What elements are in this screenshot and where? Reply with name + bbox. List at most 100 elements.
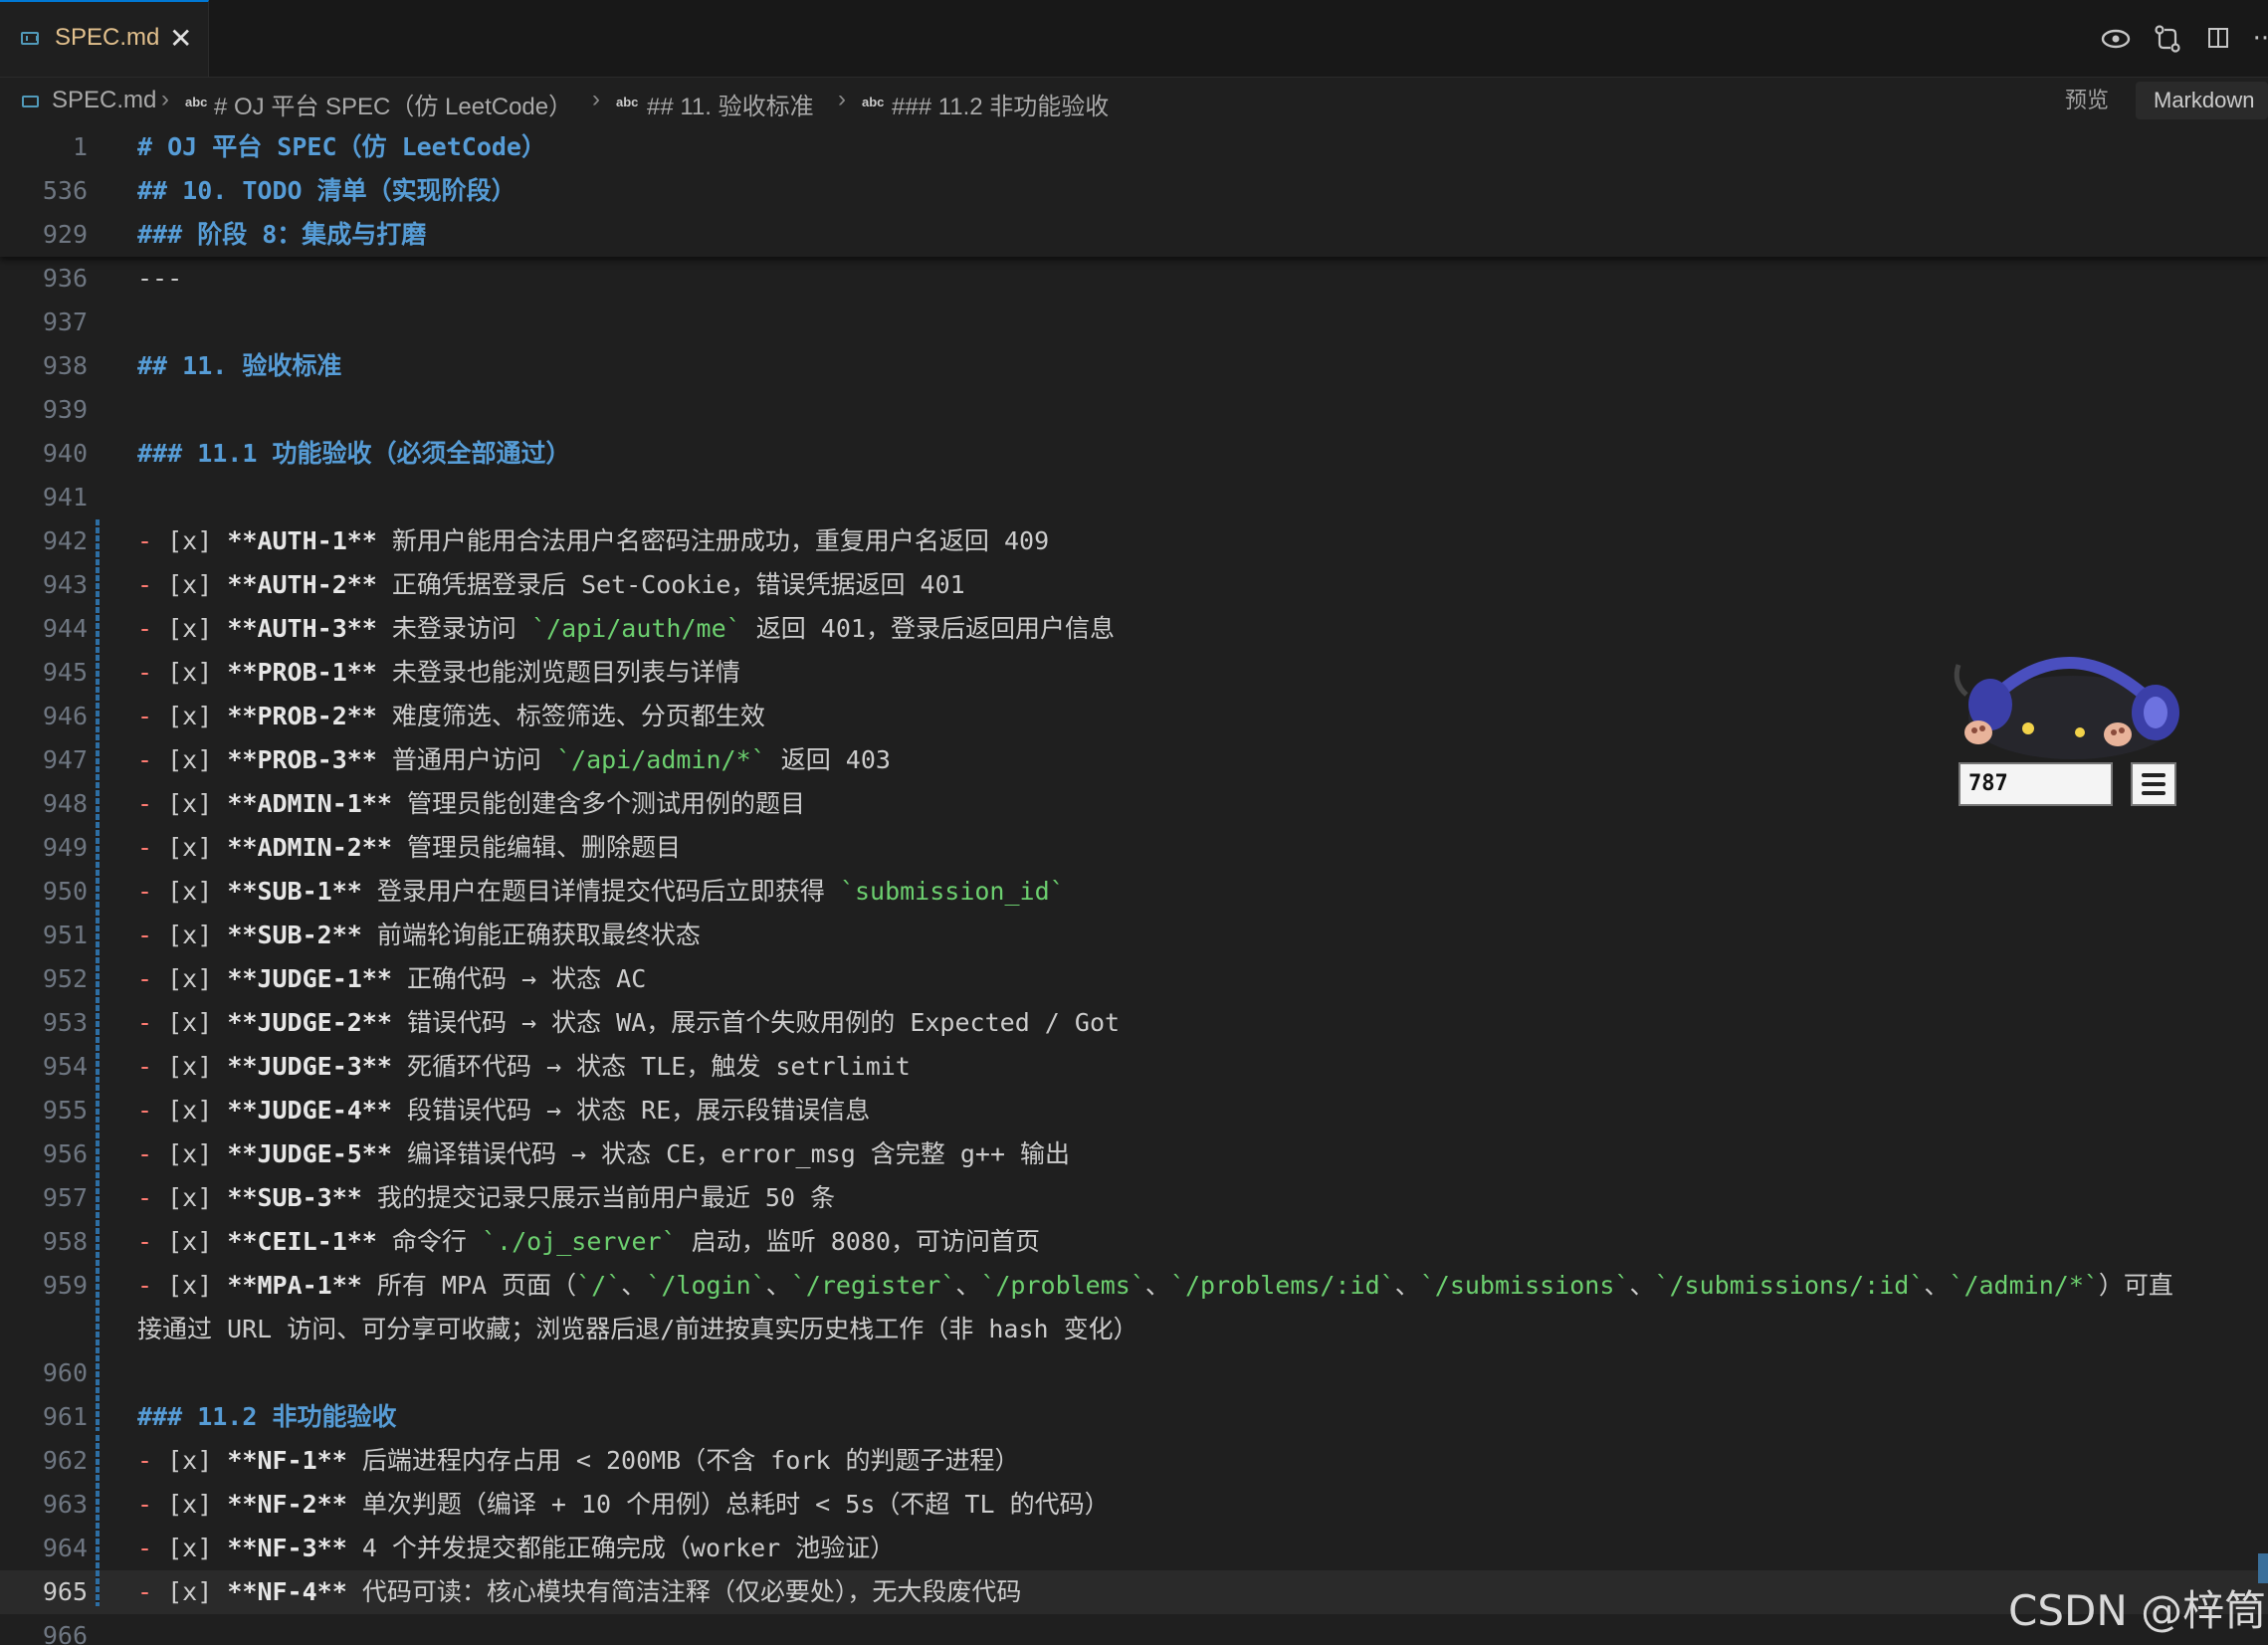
- task-item: - [x] **AUTH-3** 未登录访问 `/api/auth/me` 返回…: [137, 607, 1115, 651]
- task-text: 管理员能编辑、删除题目: [391, 833, 681, 862]
- code-line[interactable]: 946 - [x] **PROB-2** 难度筛选、标签筛选、分页都生效: [0, 695, 2268, 738]
- markdown-file-icon: [21, 32, 39, 45]
- inline-code: `/submissions`: [1419, 1271, 1630, 1300]
- code-line[interactable]: 964 - [x] **NF-3** 4 个并发提交都能正确完成（worker 池…: [0, 1527, 2268, 1570]
- language-mode-button[interactable]: Markdown: [2136, 82, 2268, 119]
- counter-field[interactable]: 787: [1959, 762, 2113, 806]
- chevron-right-icon: ›: [838, 86, 846, 112]
- code-line[interactable]: 941: [0, 476, 2268, 519]
- breadcrumb-item-h2[interactable]: ## 11. 验收标准: [647, 87, 814, 121]
- line-number: 960: [42, 1358, 88, 1387]
- line-number: 942: [42, 526, 88, 555]
- code-line[interactable]: 948 - [x] **ADMIN-1** 管理员能创建含多个测试用例的题目: [0, 782, 2268, 826]
- split-editor-icon[interactable]: [2202, 22, 2236, 56]
- task-text: 返回 401，登录后返回用户信息: [740, 614, 1115, 643]
- abc-icon: abc: [862, 95, 885, 109]
- code-line[interactable]: 963 - [x] **NF-2** 单次判题（编译 + 10 个用例）总耗时 <…: [0, 1483, 2268, 1527]
- list-bullet: -: [137, 1052, 153, 1081]
- task-text: 单次判题（编译 + 10 个用例）总耗时 < 5s（不超 TL 的代码）: [346, 1490, 1110, 1519]
- breadcrumb-item-h3[interactable]: ### 11.2 非功能验收: [892, 87, 1109, 121]
- eye-icon[interactable]: [2099, 22, 2133, 56]
- chevron-right-icon: ›: [592, 86, 600, 112]
- line-number: 958: [42, 1227, 88, 1256]
- code-line[interactable]: 955 - [x] **JUDGE-4** 段错误代码 → 状态 RE，展示段错误…: [0, 1089, 2268, 1132]
- code-line[interactable]: 接通过 URL 访问、可分享可收藏；浏览器后退/前进按真实历史栈工作（非 has…: [0, 1308, 2268, 1351]
- code-line[interactable]: 962 - [x] **NF-1** 后端进程内存占用 < 200MB（不含 fo…: [0, 1439, 2268, 1483]
- line-number: 939: [42, 395, 88, 424]
- code-line[interactable]: 940 ### 11.1 功能验收（必须全部通过）: [0, 432, 2268, 476]
- code-line[interactable]: 958 - [x] **CEIL-1** 命令行 `./oj_server` 启动…: [0, 1220, 2268, 1264]
- abc-icon: abc: [616, 95, 639, 109]
- code-line[interactable]: 944 - [x] **AUTH-3** 未登录访问 `/api/auth/me`…: [0, 607, 2268, 651]
- code-line[interactable]: 957 - [x] **SUB-3** 我的提交记录只展示当前用户最近 50 条: [0, 1176, 2268, 1220]
- task-text: 死循环代码 → 状态 TLE，触发 setrlimit: [391, 1052, 911, 1081]
- list-bullet: -: [137, 1227, 153, 1256]
- task-text: 普通用户访问: [376, 745, 556, 774]
- line-number: 953: [42, 1008, 88, 1037]
- code-line[interactable]: 959- [x] **MPA-1** 所有 MPA 页面（`/`、`/login…: [0, 1264, 2268, 1308]
- task-item: - [x] **AUTH-2** 正确凭据登录后 Set-Cookie，错误凭据…: [137, 563, 965, 607]
- cat-widget[interactable]: 787: [1949, 643, 2202, 812]
- code-line[interactable]: 954 - [x] **JUDGE-3** 死循环代码 → 状态 TLE，触发 s…: [0, 1045, 2268, 1089]
- task-text: 、: [621, 1271, 647, 1300]
- code-line[interactable]: 949 - [x] **ADMIN-2** 管理员能编辑、删除题目: [0, 826, 2268, 870]
- heading-text: ## 10. TODO 清单（实现阶段）: [137, 176, 516, 205]
- line-number: 954: [42, 1052, 88, 1081]
- line-number: 963: [42, 1490, 88, 1519]
- code-line[interactable]: 960: [0, 1351, 2268, 1395]
- code-line[interactable]: 950 - [x] **SUB-1** 登录用户在题目详情提交代码后立即获得 `s…: [0, 870, 2268, 914]
- task-item: - [x] **PROB-2** 难度筛选、标签筛选、分页都生效: [137, 695, 765, 738]
- code-line[interactable]: 952 - [x] **JUDGE-1** 正确代码 → 状态 AC: [0, 957, 2268, 1001]
- requirement-id: **ADMIN-2**: [227, 833, 392, 862]
- list-bullet: -: [137, 1577, 153, 1606]
- code-line[interactable]: 956 - [x] **JUDGE-5** 编译错误代码 → 状态 CE，erro…: [0, 1132, 2268, 1176]
- menu-icon[interactable]: [2131, 762, 2176, 806]
- close-icon[interactable]: ✕: [169, 22, 192, 55]
- line-number: 962: [42, 1446, 88, 1475]
- line-number: 964: [42, 1534, 88, 1562]
- task-item: - [x] **PROB-3** 普通用户访问 `/api/admin/*` 返…: [137, 738, 891, 782]
- sticky-line[interactable]: 929 ### 阶段 8：集成与打磨: [0, 213, 2268, 257]
- breadcrumb-item-h1[interactable]: # OJ 平台 SPEC（仿 LeetCode）: [214, 87, 572, 121]
- task-item: - [x] **CEIL-1** 命令行 `./oj_server` 启动，监听…: [137, 1220, 1040, 1264]
- code-line[interactable]: 943 - [x] **AUTH-2** 正确凭据登录后 Set-Cookie，错…: [0, 563, 2268, 607]
- code-line[interactable]: 951 - [x] **SUB-2** 前端轮询能正确获取最终状态: [0, 914, 2268, 957]
- sticky-line[interactable]: 1 # OJ 平台 SPEC（仿 LeetCode）: [0, 125, 2268, 169]
- code-line[interactable]: 937: [0, 301, 2268, 344]
- code-line[interactable]: 953 - [x] **JUDGE-2** 错误代码 → 状态 WA，展示首个失败…: [0, 1001, 2268, 1045]
- breadcrumb-file[interactable]: SPEC.md: [52, 87, 156, 114]
- code-line[interactable]: 947 - [x] **PROB-3** 普通用户访问 `/api/admin/*…: [0, 738, 2268, 782]
- editor[interactable]: 1 # OJ 平台 SPEC（仿 LeetCode） 536 ## 10. TO…: [0, 125, 2268, 1645]
- list-bullet: -: [137, 1096, 153, 1125]
- code-line[interactable]: 939: [0, 388, 2268, 432]
- task-item: - [x] **NF-1** 后端进程内存占用 < 200MB（不含 fork …: [137, 1439, 1020, 1483]
- code-line[interactable]: 938 ## 11. 验收标准: [0, 344, 2268, 388]
- sticky-line[interactable]: 536 ## 10. TODO 清单（实现阶段）: [0, 169, 2268, 213]
- requirement-id: **JUDGE-1**: [227, 964, 392, 993]
- list-bullet: -: [137, 921, 153, 949]
- sticky-scroll[interactable]: 1 # OJ 平台 SPEC（仿 LeetCode） 536 ## 10. TO…: [0, 125, 2268, 257]
- code-line[interactable]: 945 - [x] **PROB-1** 未登录也能浏览题目列表与详情: [0, 651, 2268, 695]
- task-item: - [x] **JUDGE-4** 段错误代码 → 状态 RE，展示段错误信息: [137, 1089, 870, 1132]
- requirement-id: **ADMIN-1**: [227, 789, 392, 818]
- task-item: - [x] **AUTH-1** 新用户能用合法用户名密码注册成功，重复用户名返…: [137, 519, 1049, 563]
- more-icon[interactable]: ···: [2248, 22, 2268, 56]
- wrapped-text: 接通过 URL 访问、可分享可收藏；浏览器后退/前进按真实历史栈工作（非 has…: [137, 1315, 1138, 1343]
- checkbox-marker: [x]: [167, 745, 213, 774]
- compare-changes-icon[interactable]: [2151, 22, 2184, 56]
- task-text: 4 个并发提交都能正确完成（worker 池验证）: [346, 1534, 896, 1562]
- line-number: 948: [42, 789, 88, 818]
- tab-spec-md[interactable]: SPEC.md ✕: [0, 0, 209, 77]
- code-line[interactable]: 961 ### 11.2 非功能验收: [0, 1395, 2268, 1439]
- code-line[interactable]: 936 ---: [0, 257, 2268, 301]
- current-code-line[interactable]: 965 - [x] **NF-4** 代码可读：核心模块有简洁注释（仅必要处），无…: [0, 1570, 2268, 1614]
- task-text: 、: [955, 1271, 981, 1300]
- checkbox-marker: [x]: [167, 1446, 213, 1475]
- line-number: 937: [42, 308, 88, 336]
- task-text: 、: [1629, 1271, 1655, 1300]
- code-line[interactable]: 942 - [x] **AUTH-1** 新用户能用合法用户名密码注册成功，重复用…: [0, 519, 2268, 563]
- requirement-id: **NF-3**: [227, 1534, 347, 1562]
- preview-button[interactable]: 预览: [2065, 82, 2109, 119]
- code-line[interactable]: 966: [0, 1614, 2268, 1645]
- task-text: 正确代码 → 状态 AC: [391, 964, 647, 993]
